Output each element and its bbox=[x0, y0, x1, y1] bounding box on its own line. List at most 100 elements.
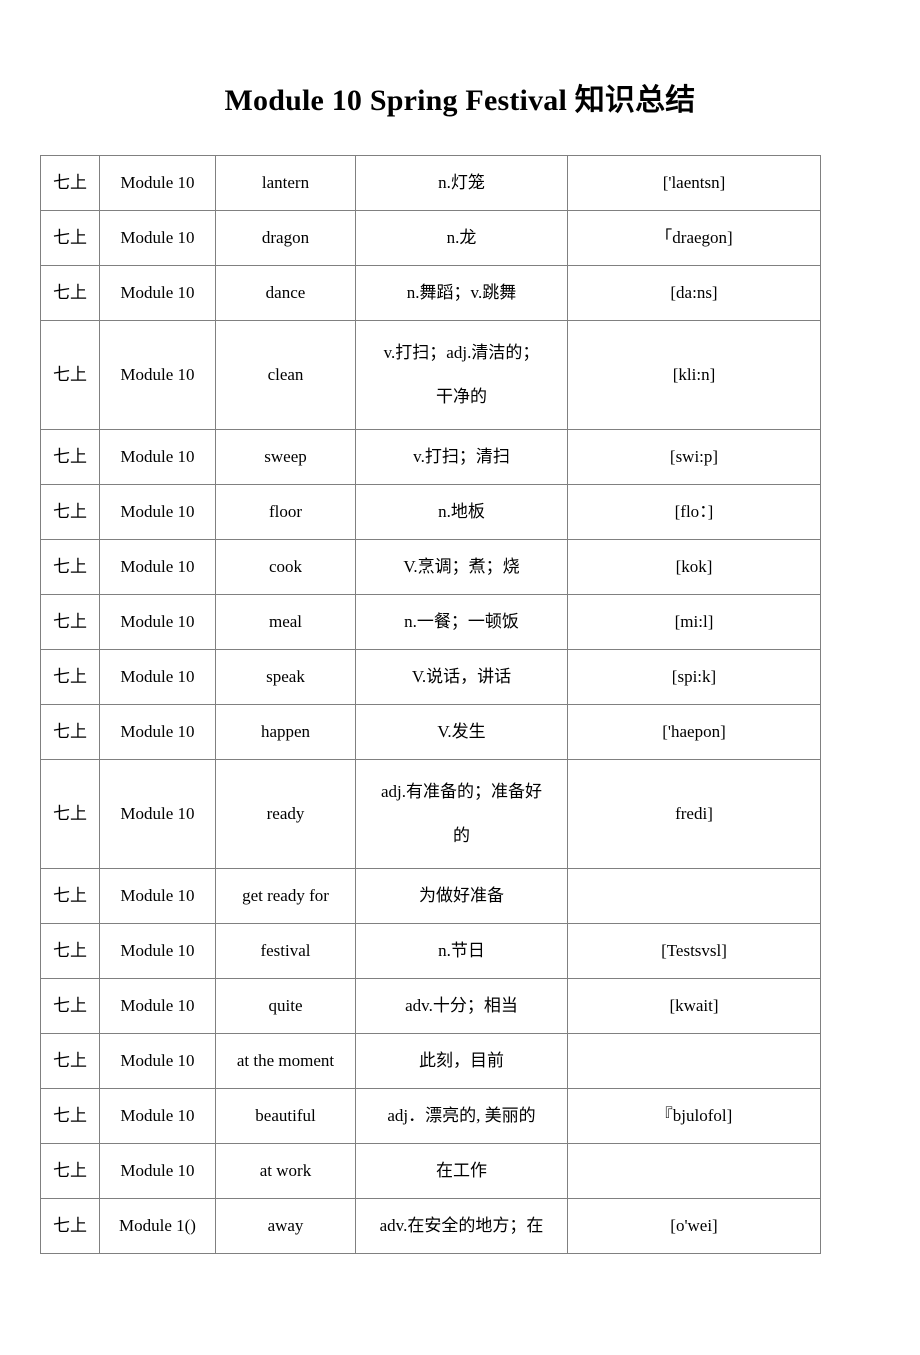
cell-word: happen bbox=[215, 704, 356, 760]
cell-meaning: n.灯笼 bbox=[355, 155, 568, 211]
cell-module: Module 10 bbox=[99, 429, 216, 485]
table-row: 七上 Module 10 at the moment 此刻，目前 bbox=[40, 1033, 821, 1089]
cell-grade: 七上 bbox=[40, 594, 100, 650]
cell-meaning: n.节日 bbox=[355, 923, 568, 979]
table-row: 七上 Module 10 floor n.地板 [flo：] bbox=[40, 484, 821, 540]
cell-word: ready bbox=[215, 759, 356, 869]
cell-word: floor bbox=[215, 484, 356, 540]
cell-word: at the moment bbox=[215, 1033, 356, 1089]
cell-meaning: V.发生 bbox=[355, 704, 568, 760]
cell-meaning: n.地板 bbox=[355, 484, 568, 540]
cell-meaning: n.一餐；一顿饭 bbox=[355, 594, 568, 650]
cell-grade: 七上 bbox=[40, 320, 100, 430]
table-row: 七上 Module 10 sweep v.打扫；清扫 [swi:p] bbox=[40, 429, 821, 485]
cell-word: clean bbox=[215, 320, 356, 430]
cell-word: away bbox=[215, 1198, 356, 1254]
cell-module: Module 1() bbox=[99, 1198, 216, 1254]
cell-phonetic bbox=[567, 1033, 821, 1089]
cell-grade: 七上 bbox=[40, 978, 100, 1034]
cell-grade: 七上 bbox=[40, 265, 100, 321]
cell-word: at work bbox=[215, 1143, 356, 1199]
cell-phonetic: [kwait] bbox=[567, 978, 821, 1034]
cell-meaning: 此刻，目前 bbox=[355, 1033, 568, 1089]
table-row: 七上 Module 1() away adv.在安全的地方；在 [o'wei] bbox=[40, 1198, 821, 1254]
cell-word: quite bbox=[215, 978, 356, 1034]
table-row: 七上 Module 10 cook V.烹调；煮；烧 [kok] bbox=[40, 539, 821, 595]
table-row: 七上 Module 10 lantern n.灯笼 ['laentsn] bbox=[40, 155, 821, 211]
cell-grade: 七上 bbox=[40, 1088, 100, 1144]
cell-grade: 七上 bbox=[40, 1198, 100, 1254]
cell-meaning: 为做好准备 bbox=[355, 868, 568, 924]
table-row: 七上 Module 10 festival n.节日 [Testsvsl] bbox=[40, 923, 821, 979]
cell-phonetic: 「draegon] bbox=[567, 210, 821, 266]
cell-module: Module 10 bbox=[99, 484, 216, 540]
cell-meaning: adj．漂亮的, 美丽的 bbox=[355, 1088, 568, 1144]
table-row: 七上 Module 10 clean v.打扫；adj.清洁的； 干净的 [kli:n] bbox=[40, 320, 821, 430]
cell-grade: 七上 bbox=[40, 704, 100, 760]
vocabulary-table-container: 七上 Module 10 lantern n.灯笼 ['laentsn] 七上 Module… bbox=[40, 155, 821, 1254]
cell-grade: 七上 bbox=[40, 1033, 100, 1089]
cell-phonetic bbox=[567, 868, 821, 924]
cell-module: Module 10 bbox=[99, 1033, 216, 1089]
cell-phonetic: fredi] bbox=[567, 759, 821, 869]
cell-grade: 七上 bbox=[40, 649, 100, 705]
table-row: 七上 Module 10 speak V.说话，讲话 [spi:k] bbox=[40, 649, 821, 705]
cell-phonetic: 『bjulofol] bbox=[567, 1088, 821, 1144]
cell-module: Module 10 bbox=[99, 704, 216, 760]
cell-module: Module 10 bbox=[99, 649, 216, 705]
cell-grade: 七上 bbox=[40, 429, 100, 485]
cell-meaning: 在工作 bbox=[355, 1143, 568, 1199]
table-row: 七上 Module 10 dance n.舞蹈；v.跳舞 [da:ns] bbox=[40, 265, 821, 321]
cell-word: sweep bbox=[215, 429, 356, 485]
cell-module: Module 10 bbox=[99, 978, 216, 1034]
cell-word: dragon bbox=[215, 210, 356, 266]
cell-module: Module 10 bbox=[99, 759, 216, 869]
cell-meaning: adv.十分；相当 bbox=[355, 978, 568, 1034]
cell-grade: 七上 bbox=[40, 155, 100, 211]
cell-module: Module 10 bbox=[99, 210, 216, 266]
cell-phonetic: [flo：] bbox=[567, 484, 821, 540]
cell-word: speak bbox=[215, 649, 356, 705]
document-page: Module 10 Spring Festival 知识总结 七上 Module … bbox=[0, 0, 920, 1355]
cell-grade: 七上 bbox=[40, 759, 100, 869]
cell-module: Module 10 bbox=[99, 539, 216, 595]
page-title: Module 10 Spring Festival 知识总结 bbox=[224, 84, 696, 117]
cell-meaning: v.打扫；清扫 bbox=[355, 429, 568, 485]
cell-phonetic: [kok] bbox=[567, 539, 821, 595]
cell-module: Module 10 bbox=[99, 155, 216, 211]
table-row: 七上 Module 10 quite adv.十分；相当 [kwait] bbox=[40, 978, 821, 1034]
cell-grade: 七上 bbox=[40, 210, 100, 266]
table-row: 七上 Module 10 at work 在工作 bbox=[40, 1143, 821, 1199]
cell-grade: 七上 bbox=[40, 1143, 100, 1199]
cell-grade: 七上 bbox=[40, 868, 100, 924]
cell-word: festival bbox=[215, 923, 356, 979]
cell-phonetic: [da:ns] bbox=[567, 265, 821, 321]
cell-phonetic: [o'wei] bbox=[567, 1198, 821, 1254]
vocabulary-table: 七上 Module 10 lantern n.灯笼 ['laentsn] 七上 Module… bbox=[40, 155, 821, 1254]
cell-grade: 七上 bbox=[40, 539, 100, 595]
cell-word: beautiful bbox=[215, 1088, 356, 1144]
table-row: 七上 Module 10 get ready for 为做好准备 bbox=[40, 868, 821, 924]
cell-phonetic: ['laentsn] bbox=[567, 155, 821, 211]
cell-phonetic: [swi:p] bbox=[567, 429, 821, 485]
cell-meaning: adj.有准备的；准备好 的 bbox=[355, 759, 568, 869]
cell-module: Module 10 bbox=[99, 868, 216, 924]
cell-word: lantern bbox=[215, 155, 356, 211]
cell-module: Module 10 bbox=[99, 1088, 216, 1144]
table-row: 七上 Module 10 beautiful adj．漂亮的, 美丽的 『bjulofo… bbox=[40, 1088, 821, 1144]
cell-meaning: adv.在安全的地方；在 bbox=[355, 1198, 568, 1254]
cell-word: meal bbox=[215, 594, 356, 650]
table-row: 七上 Module 10 ready adj.有准备的；准备好 的 fredi] bbox=[40, 759, 821, 869]
cell-meaning: V.说话，讲话 bbox=[355, 649, 568, 705]
cell-phonetic: [mi:l] bbox=[567, 594, 821, 650]
table-row: 七上 Module 10 happen V.发生 ['haepon] bbox=[40, 704, 821, 760]
cell-phonetic: [kli:n] bbox=[567, 320, 821, 430]
cell-module: Module 10 bbox=[99, 265, 216, 321]
cell-module: Module 10 bbox=[99, 923, 216, 979]
cell-meaning: v.打扫；adj.清洁的； 干净的 bbox=[355, 320, 568, 430]
cell-phonetic: [spi:k] bbox=[567, 649, 821, 705]
cell-grade: 七上 bbox=[40, 923, 100, 979]
cell-phonetic: ['haepon] bbox=[567, 704, 821, 760]
cell-phonetic bbox=[567, 1143, 821, 1199]
cell-meaning: n.舞蹈；v.跳舞 bbox=[355, 265, 568, 321]
